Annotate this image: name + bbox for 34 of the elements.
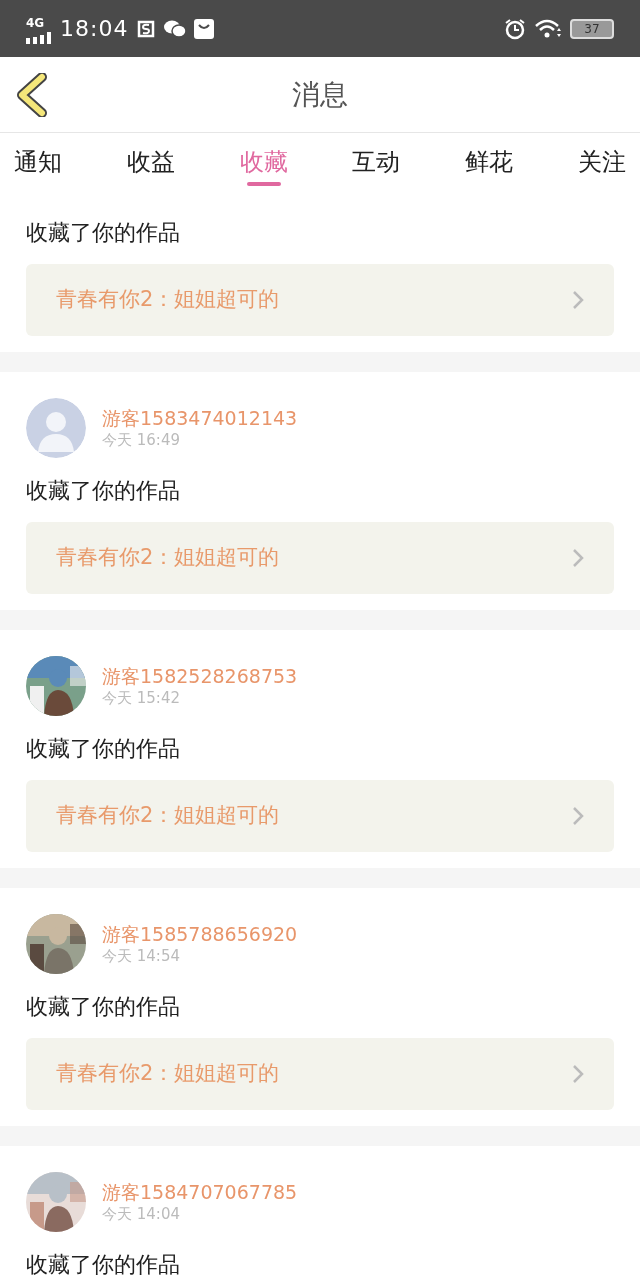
chevron-icon bbox=[572, 1064, 584, 1084]
user-name: 游客1584707067785 bbox=[102, 1180, 298, 1204]
message-text: 收藏了你的作品 bbox=[26, 478, 181, 504]
page-title: 消息 bbox=[292, 76, 348, 113]
timestamp: 今天 16:49 bbox=[102, 430, 181, 450]
message-text: 收藏了你的作品 bbox=[26, 994, 181, 1020]
tab[interactable]: 通知 bbox=[14, 133, 62, 190]
network-label: 4G bbox=[26, 14, 45, 32]
user-name: 游客1582528268753 bbox=[102, 664, 298, 688]
message-text: 收藏了你的作品 bbox=[26, 736, 181, 762]
chevron-icon bbox=[572, 806, 584, 826]
user-name: 游客1585788656920 bbox=[102, 922, 298, 946]
clock: 18:04 bbox=[60, 15, 129, 43]
message-text: 收藏了你的作品 bbox=[26, 220, 181, 246]
timestamp: 今天 14:54 bbox=[102, 946, 181, 966]
message-text: 收藏了你的作品 bbox=[26, 1252, 181, 1276]
mail-icon bbox=[194, 18, 215, 39]
tab[interactable]: 收益 bbox=[126, 133, 175, 190]
avatar-icon bbox=[26, 398, 86, 458]
battery-level: 37 bbox=[570, 18, 614, 39]
chat-icon bbox=[164, 18, 187, 39]
back-icon[interactable] bbox=[16, 73, 48, 117]
user-name: 游客1583474012143 bbox=[102, 406, 298, 430]
tab[interactable]: 关注 bbox=[578, 133, 626, 190]
tab[interactable]: 互动 bbox=[352, 133, 401, 190]
chevron-icon bbox=[572, 290, 584, 310]
timestamp: 今天 15:42 bbox=[102, 688, 181, 708]
alarm-icon bbox=[504, 17, 526, 40]
timestamp: 今天 14:04 bbox=[102, 1204, 181, 1224]
chevron-icon bbox=[572, 548, 584, 568]
screenshot-icon bbox=[136, 18, 157, 39]
signal-icon bbox=[26, 31, 52, 44]
tab[interactable]: 鲜花 bbox=[465, 133, 514, 190]
wifi-icon bbox=[534, 18, 562, 39]
